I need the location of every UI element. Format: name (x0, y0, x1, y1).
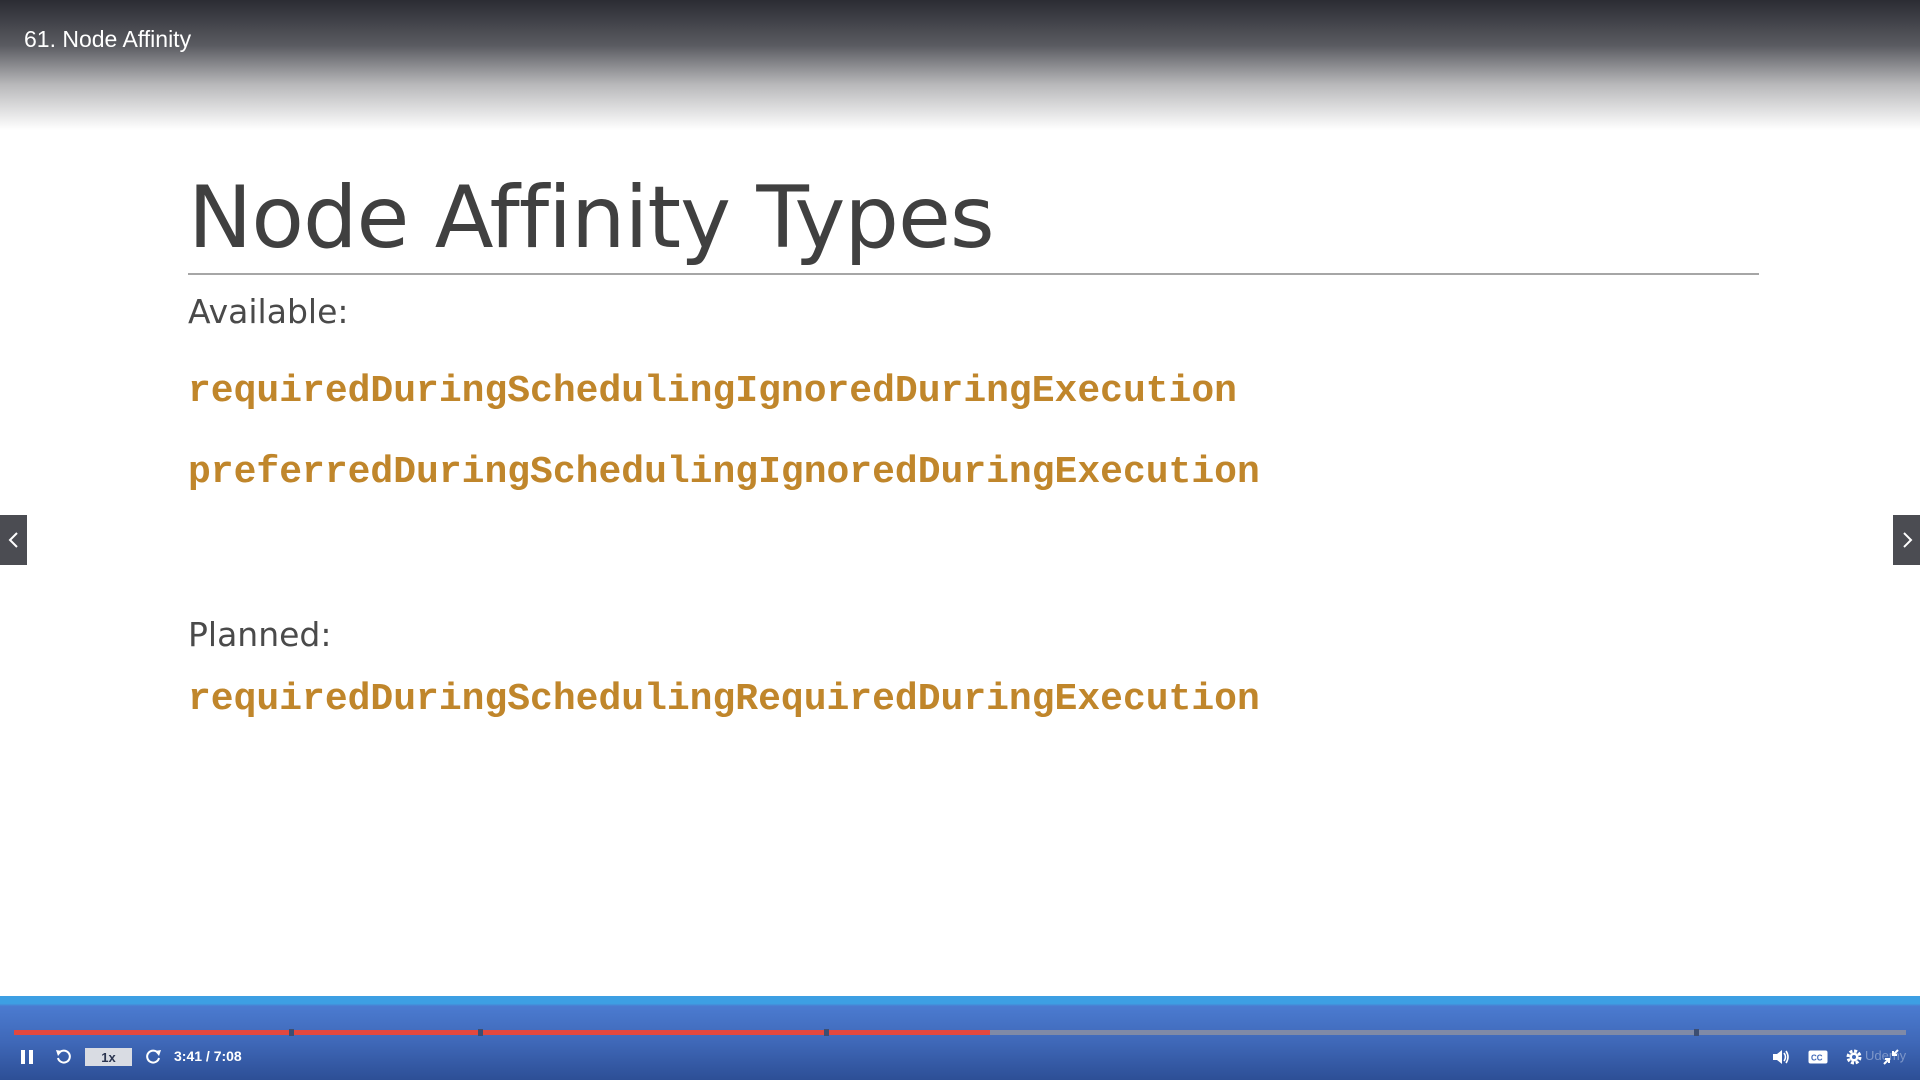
exit-fullscreen-icon (1883, 1049, 1899, 1065)
code-line-planned-1: requiredDuringSchedulingRequiredDuringEx… (188, 678, 1260, 721)
chapter-marker (824, 1029, 829, 1036)
video-player-controls: 1x 3:41 / 7:08 CC Udemy (0, 996, 1920, 1080)
pause-button[interactable] (16, 1046, 38, 1068)
slide: Node Affinity Types Available: requiredD… (0, 130, 1920, 996)
chapter-marker (289, 1029, 294, 1036)
code-line-available-2: preferredDuringSchedulingIgnoredDuringEx… (188, 451, 1260, 494)
captions-icon: CC (1808, 1050, 1828, 1064)
slide-title: Node Affinity Types (188, 168, 995, 268)
svg-text:CC: CC (1811, 1054, 1823, 1063)
code-line-available-1: requiredDuringSchedulingIgnoredDuringExe… (188, 370, 1237, 413)
next-lecture-button[interactable] (1893, 515, 1920, 565)
settings-icon (1846, 1049, 1862, 1065)
volume-button[interactable] (1770, 1046, 1792, 1068)
chevron-left-icon (8, 532, 18, 548)
chapter-marker (1694, 1029, 1699, 1036)
progress-bar[interactable] (14, 1029, 1906, 1036)
chapter-marker (478, 1029, 483, 1036)
progress-fill (14, 1030, 991, 1035)
available-label: Available: (188, 292, 349, 331)
forward-icon (146, 1049, 161, 1064)
playback-speed-button[interactable]: 1x (85, 1048, 132, 1066)
captions-button[interactable]: CC (1806, 1046, 1830, 1068)
top-gradient-bar: 61. Node Affinity (0, 0, 1920, 130)
rewind-icon (56, 1049, 71, 1064)
time-display: 3:41 / 7:08 (174, 1048, 242, 1064)
pause-icon (21, 1050, 33, 1064)
forward-button[interactable] (142, 1046, 164, 1068)
previous-lecture-button[interactable] (0, 515, 27, 565)
exit-fullscreen-button[interactable] (1880, 1046, 1902, 1068)
lecture-title: 61. Node Affinity (24, 26, 192, 52)
planned-label: Planned: (188, 615, 332, 654)
chevron-right-icon (1902, 532, 1912, 548)
volume-icon (1773, 1050, 1789, 1064)
title-divider (188, 273, 1759, 275)
settings-button[interactable] (1843, 1046, 1865, 1068)
rewind-button[interactable] (53, 1046, 75, 1068)
